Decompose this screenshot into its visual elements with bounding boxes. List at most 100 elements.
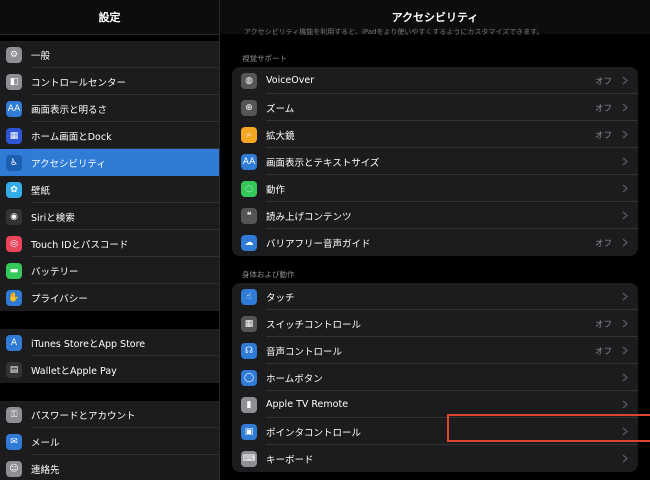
zoom-icon: ⊕: [241, 99, 257, 116]
chevron-right-icon: [622, 346, 628, 355]
sidebar-item[interactable]: ✋ プライバシー: [0, 284, 219, 311]
sidebar-item[interactable]: ◧ コントロールセンター: [0, 68, 219, 95]
sidebar-item-label: プライバシー: [31, 293, 88, 305]
row-label: ズーム: [266, 103, 295, 115]
voice-control-icon: ☊: [241, 342, 257, 359]
row-label: タッチ: [266, 292, 295, 304]
chevron-right-icon: [622, 427, 628, 436]
sidebar-item-label: コントロールセンター: [31, 77, 127, 89]
sidebar-item-label: WalletとApple Pay: [31, 365, 117, 377]
row-label: キーボード: [266, 454, 314, 466]
home-button-icon: ◯: [241, 369, 257, 386]
sidebar-item-label: Touch IDとパスコード: [31, 239, 129, 251]
touch-icon: ☝: [241, 288, 257, 305]
chevron: [620, 238, 630, 247]
settings-row[interactable]: ❝ 読み上げコンテンツ: [232, 202, 638, 229]
sidebar-item[interactable]: ◉ Siriと検索: [0, 203, 219, 230]
toggles-icon: ◧: [6, 73, 22, 90]
settings-row[interactable]: ⊕ ズーム オフ: [232, 94, 638, 121]
chevron: [620, 454, 630, 463]
sidebar-item[interactable]: A iTunes StoreとApp Store: [0, 329, 219, 356]
chevron: [620, 130, 630, 139]
chevron: [620, 400, 630, 409]
voiceover-icon: ◍: [241, 72, 257, 89]
settings-row[interactable]: ☝ タッチ: [232, 283, 638, 310]
mail-icon: ✉: [6, 433, 22, 450]
sidebar-item-label: Siriと検索: [31, 212, 75, 224]
sidebar-item[interactable]: ✿ 壁紙: [0, 176, 219, 203]
text-size-icon: AA: [6, 100, 22, 117]
sidebar-item[interactable]: ◎ Touch IDとパスコード: [0, 230, 219, 257]
main-pane: アクセシビリティ アクセシビリティ機能を利用すると、iPadをより使いやすくする…: [220, 0, 650, 480]
chevron: [620, 319, 630, 328]
magnifier-icon: ⌕: [241, 126, 257, 143]
chevron-right-icon: [622, 400, 628, 409]
row-label: ホームボタン: [266, 373, 323, 385]
grid-icon: ▦: [6, 127, 22, 144]
sidebar-group: ⚙ 一般 ◧ コントロールセンター AA 画面表示と明るさ ▦ ホーム画面とDo…: [0, 41, 219, 311]
settings-row[interactable]: ◌ 動作: [232, 175, 638, 202]
chevron: [620, 103, 630, 112]
sidebar-item-label: 壁紙: [31, 185, 51, 197]
settings-row[interactable]: ◍ VoiceOver オフ: [232, 67, 638, 94]
sidebar-item[interactable]: ⚙ 一般: [0, 41, 219, 68]
sidebar-item-label: アクセシビリティ: [31, 158, 106, 170]
wallet-icon: ▤: [6, 361, 22, 378]
chevron: [620, 184, 630, 193]
settings-row[interactable]: ☊ 音声コントロール オフ: [232, 337, 638, 364]
sidebar-item-label: 画面表示と明るさ: [31, 104, 108, 116]
row-label: 音声コントロール: [266, 346, 343, 358]
settings-row[interactable]: ▣ ポインタコントロール: [232, 418, 638, 445]
sidebar-item-label: iTunes StoreとApp Store: [31, 338, 146, 350]
sidebar-item[interactable]: AA 画面表示と明るさ: [0, 95, 219, 122]
chevron: [620, 427, 630, 436]
sidebar-item-label: バッテリー: [31, 266, 79, 278]
row-label: 読み上げコンテンツ: [266, 211, 352, 223]
chevron: [620, 373, 630, 382]
sidebar-item[interactable]: ▦ ホーム画面とDock: [0, 122, 219, 149]
chevron: [620, 157, 630, 166]
row-value: オフ: [594, 346, 612, 357]
section-label: 視覚サポート: [242, 54, 287, 63]
row-label: ポインタコントロール: [266, 427, 362, 439]
row-label: バリアフリー音声ガイド: [266, 238, 371, 250]
row-label: 拡大鏡: [266, 130, 295, 142]
app-store-icon: A: [6, 334, 22, 351]
page-title-text: アクセシビリティ: [391, 11, 479, 24]
chevron-right-icon: [622, 238, 628, 247]
battery-icon: ▬: [6, 262, 22, 279]
sidebar-item[interactable]: ☺ 連絡先: [0, 455, 219, 480]
chevron-right-icon: [622, 130, 628, 139]
chevron: [620, 76, 630, 85]
sidebar-item[interactable]: ▬ バッテリー: [0, 257, 219, 284]
settings-row[interactable]: ◯ ホームボタン: [232, 364, 638, 391]
sidebar-item-label: 連絡先: [31, 464, 60, 476]
keyboard-icon: ⌨: [241, 450, 257, 467]
row-value: オフ: [594, 238, 612, 249]
settings-row[interactable]: ▮ Apple TV Remote: [232, 391, 638, 418]
sidebar-item[interactable]: ♿ アクセシビリティ: [0, 149, 219, 176]
settings-row[interactable]: ⌨ キーボード: [232, 445, 638, 472]
row-value: オフ: [594, 103, 612, 114]
sidebar-item[interactable]: ✉ メール: [0, 428, 219, 455]
flower-icon: ✿: [6, 181, 22, 198]
sidebar-item[interactable]: ▤ WalletとApple Pay: [0, 356, 219, 383]
settings-row[interactable]: ☁ バリアフリー音声ガイド オフ: [232, 229, 638, 256]
chevron-right-icon: [622, 157, 628, 166]
settings-row[interactable]: ⌕ 拡大鏡 オフ: [232, 121, 638, 148]
settings-group: ☝ タッチ ▦ スイッチコントロール オフ ☊ 音声コントロール オフ ◯ ホー…: [232, 283, 638, 472]
contacts-icon: ☺: [6, 460, 22, 477]
sidebar-item[interactable]: ⚿ パスワードとアカウント: [0, 401, 219, 428]
settings-row[interactable]: AA 画面表示とテキストサイズ: [232, 148, 638, 175]
motion-icon: ◌: [241, 180, 257, 197]
row-label: 動作: [266, 184, 286, 196]
sidebar: 設定 ⚙ 一般 ◧ コントロールセンター AA 画面表示と明るさ ▦ ホーム画面…: [0, 0, 220, 480]
settings-row[interactable]: ▦ スイッチコントロール オフ: [232, 310, 638, 337]
chevron-right-icon: [622, 292, 628, 301]
row-label: VoiceOver: [266, 75, 315, 86]
chevron: [620, 211, 630, 220]
sidebar-item-label: メール: [31, 437, 60, 449]
sidebar-group: ⚿ パスワードとアカウント ✉ メール ☺ 連絡先: [0, 401, 219, 480]
gear-icon: ⚙: [6, 46, 22, 63]
